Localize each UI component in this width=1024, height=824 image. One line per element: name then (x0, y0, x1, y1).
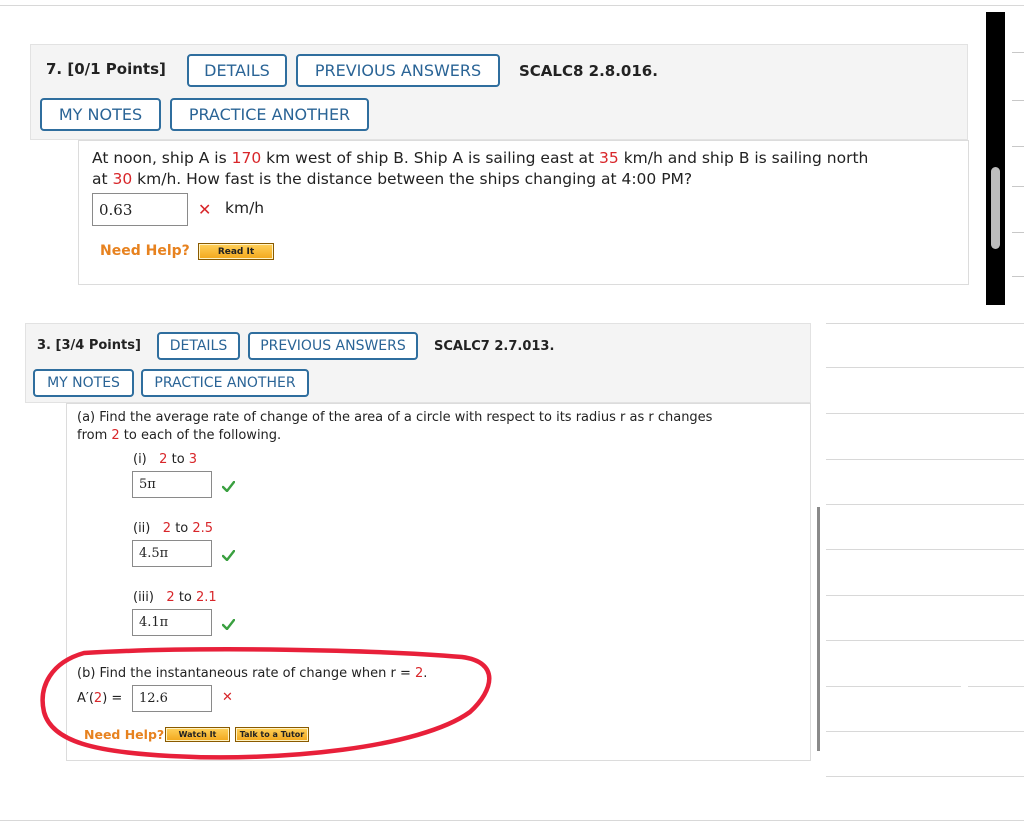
side-divider (826, 323, 1024, 324)
side-divider (826, 776, 1024, 777)
annotation-circle (40, 647, 492, 760)
scrollbar-thumb[interactable] (817, 507, 820, 751)
side-divider (826, 459, 1024, 460)
side-divider (826, 549, 1024, 550)
side-divider (826, 595, 1024, 596)
side-divider (968, 686, 1024, 687)
side-divider (826, 504, 1024, 505)
side-divider (826, 367, 1024, 368)
side-divider (826, 731, 1024, 732)
bottom-divider (0, 820, 1024, 821)
side-divider (826, 413, 1024, 414)
side-divider (826, 640, 1024, 641)
side-divider (826, 686, 961, 687)
